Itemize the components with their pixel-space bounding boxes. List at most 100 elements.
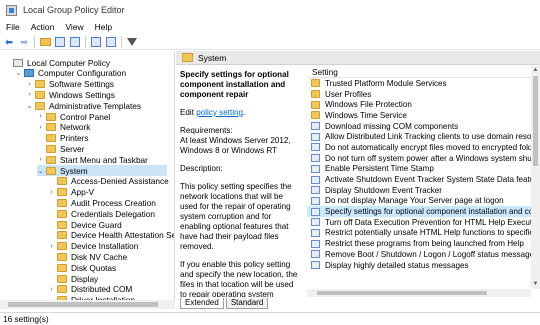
list-item-label: Specify settings for optional component …: [325, 207, 531, 217]
menu-file[interactable]: File: [6, 22, 20, 32]
tree-item[interactable]: › Device Installation: [48, 241, 138, 252]
tree-item-label: Computer Configuration: [38, 68, 127, 79]
chevron-right-icon[interactable]: ›: [26, 81, 33, 88]
menu-bar: File Action View Help: [0, 20, 540, 34]
tree-item[interactable]: ⌄ Administrative Templates: [26, 100, 142, 111]
list-item[interactable]: Allow Distributed Link Tracking clients …: [307, 131, 531, 142]
list-item-label: Allow Distributed Link Tracking clients …: [325, 132, 531, 142]
list-item[interactable]: Specify settings for optional component …: [307, 206, 531, 217]
forward-arrow-icon[interactable]: ➡: [18, 36, 30, 48]
export-list-icon[interactable]: [69, 36, 81, 48]
show-hide-tree-icon[interactable]: [54, 36, 66, 48]
title-bar: Local Group Policy Editor: [0, 0, 540, 20]
chevron-down-icon[interactable]: ⌄: [26, 102, 33, 110]
toolbar-separator: [34, 35, 35, 48]
chevron-right-icon[interactable]: ›: [37, 124, 44, 131]
tree-item[interactable]: › Distributed COM: [48, 284, 132, 295]
node-header-label: System: [198, 52, 227, 63]
list-item[interactable]: Turn off Data Execution Prevention for H…: [307, 217, 531, 228]
list-item[interactable]: Enable Persistent Time Stamp: [307, 164, 531, 175]
folder-icon: [35, 80, 45, 89]
tree-item[interactable]: › Network: [37, 122, 90, 133]
tree-item[interactable]: Printers: [37, 133, 89, 144]
policy-setting-icon: [311, 154, 320, 163]
folder-icon: [182, 53, 193, 62]
scroll-up-icon[interactable]: ▲: [531, 66, 540, 75]
list-item[interactable]: Do not automatically encrypt files moved…: [307, 142, 531, 153]
tree-item[interactable]: › Software Settings: [26, 79, 114, 90]
tree-item-label: Server: [60, 143, 85, 154]
list-item[interactable]: Windows File Protection: [307, 99, 531, 110]
list-item[interactable]: Do not turn off system power after a Win…: [307, 153, 531, 164]
edit-policy-link[interactable]: policy setting: [196, 108, 243, 117]
chevron-right-icon[interactable]: ›: [26, 91, 33, 98]
folder-icon: [311, 111, 320, 120]
chevron-right-icon[interactable]: ›: [48, 189, 55, 196]
toolbar-separator: [121, 35, 122, 48]
policy-setting-icon: [311, 164, 320, 173]
tree-item[interactable]: ⌄ Computer Configuration: [15, 68, 127, 79]
folder-icon: [311, 79, 320, 88]
edit-line: Edit policy setting.: [180, 108, 302, 118]
list-item[interactable]: Activate Shutdown Event Tracker System S…: [307, 174, 531, 185]
tree-item[interactable]: › Start Menu and Taskbar: [37, 154, 148, 165]
list-vertical-scrollbar[interactable]: ▲ ▼: [531, 66, 540, 289]
tree-item[interactable]: Disk NV Cache: [48, 251, 127, 262]
tree-item[interactable]: Device Health Attestation Servic: [48, 230, 174, 241]
tab-extended[interactable]: Extended: [180, 298, 224, 309]
up-folder-icon[interactable]: [39, 36, 51, 48]
filter-icon[interactable]: [126, 36, 138, 48]
menu-view[interactable]: View: [65, 22, 83, 32]
folder-icon: [35, 90, 45, 99]
tree-item[interactable]: ⌄ System: [37, 165, 167, 176]
tree-item[interactable]: Audit Process Creation: [48, 197, 156, 208]
folder-icon: [57, 285, 67, 294]
toolbar-separator: [85, 35, 86, 48]
list-item-label: Display Shutdown Event Tracker: [325, 185, 442, 195]
scroll-down-icon[interactable]: ▼: [531, 280, 540, 289]
policy-icon: [13, 58, 23, 67]
tree-item[interactable]: › Windows Settings: [26, 89, 115, 100]
column-header-setting[interactable]: Setting: [307, 66, 531, 78]
chevron-right-icon[interactable]: ›: [37, 156, 44, 163]
scroll-thumb[interactable]: [533, 76, 538, 166]
description-more-text: If you enable this policy setting and sp…: [180, 260, 298, 297]
list-item[interactable]: Trusted Platform Module Services: [307, 78, 531, 89]
chevron-down-icon[interactable]: ⌄: [37, 167, 44, 175]
chevron-right-icon[interactable]: ›: [48, 243, 55, 250]
list-item[interactable]: Restrict these programs from being launc…: [307, 238, 531, 249]
list-item-label: Windows Time Service: [325, 110, 407, 120]
help-icon[interactable]: [90, 36, 102, 48]
tree-item[interactable]: Local Computer Policy: [4, 57, 110, 68]
tree-item[interactable]: Disk Quotas: [48, 262, 116, 273]
properties-icon[interactable]: [105, 36, 117, 48]
tree-item[interactable]: Display: [48, 273, 98, 284]
tree-item[interactable]: Credentials Delegation: [48, 208, 155, 219]
tree-item[interactable]: Access-Denied Assistance: [48, 176, 169, 187]
list-item[interactable]: Download missing COM components: [307, 121, 531, 132]
chevron-right-icon[interactable]: ›: [48, 286, 55, 293]
list-item[interactable]: Display highly detailed status messages: [307, 260, 531, 271]
list-item[interactable]: Restrict potentially unsafe HTML Help fu…: [307, 228, 531, 239]
list-item[interactable]: Windows Time Service: [307, 110, 531, 121]
chevron-down-icon[interactable]: ⌄: [15, 69, 22, 77]
policy-setting-icon: [311, 250, 320, 259]
list-item-label: Turn off Data Execution Prevention for H…: [325, 217, 531, 227]
list-item[interactable]: Do not display Manage Your Server page a…: [307, 196, 531, 207]
computer-icon: [24, 69, 34, 78]
tree-item-label: Printers: [60, 133, 89, 144]
chevron-right-icon[interactable]: ›: [37, 113, 44, 120]
list-item[interactable]: Display Shutdown Event Tracker: [307, 185, 531, 196]
back-arrow-icon[interactable]: ⬅: [3, 36, 15, 48]
tree-item[interactable]: Server: [37, 143, 84, 154]
tab-standard[interactable]: Standard: [225, 298, 269, 309]
tree-item[interactable]: › App-V: [48, 187, 94, 198]
list-horizontal-scrollbar[interactable]: [307, 289, 531, 297]
list-item[interactable]: Remove Boot / Shutdown / Logon / Logoff …: [307, 249, 531, 260]
menu-action[interactable]: Action: [31, 22, 55, 32]
tree-item[interactable]: › Control Panel: [37, 111, 110, 122]
tree-item[interactable]: Device Guard: [48, 219, 122, 230]
tree-horizontal-scrollbar[interactable]: [0, 300, 175, 309]
menu-help[interactable]: Help: [95, 22, 112, 32]
list-item[interactable]: User Profiles: [307, 89, 531, 100]
